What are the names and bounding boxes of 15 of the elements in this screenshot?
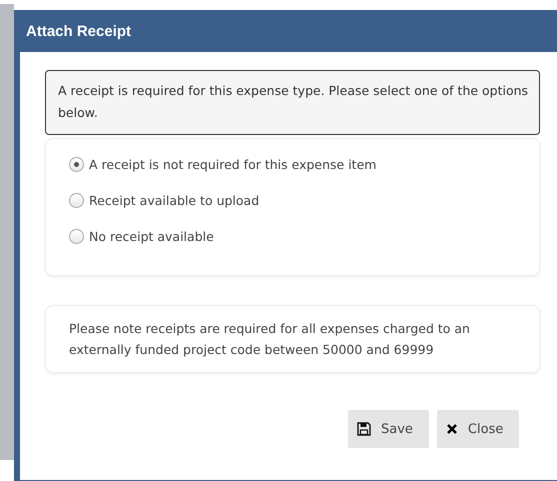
radio-button[interactable] xyxy=(69,228,84,244)
save-button[interactable]: Save xyxy=(348,410,429,448)
option-label: Receipt available to upload xyxy=(89,192,260,208)
radio-button[interactable] xyxy=(69,192,84,208)
notice-message: A receipt is required for this expense type. Please select one of the options below. xyxy=(45,70,540,135)
option-label: A receipt is not required for this expense item xyxy=(89,156,376,172)
close-icon xyxy=(446,423,458,435)
radio-button[interactable] xyxy=(69,156,84,172)
radio-option[interactable]: Receipt available to upload xyxy=(69,191,539,209)
close-button[interactable]: Close xyxy=(436,410,520,448)
note-message: Please note receipts are required for all expenses charged to an externally funded project code between 50000 and 69999 xyxy=(45,305,540,373)
radio-option[interactable]: A receipt is not required for this expense item xyxy=(69,155,539,173)
option-label: No receipt available xyxy=(89,228,214,244)
radio-option[interactable]: No receipt available xyxy=(69,227,539,245)
dialog-title: Attach Receipt xyxy=(25,22,132,42)
